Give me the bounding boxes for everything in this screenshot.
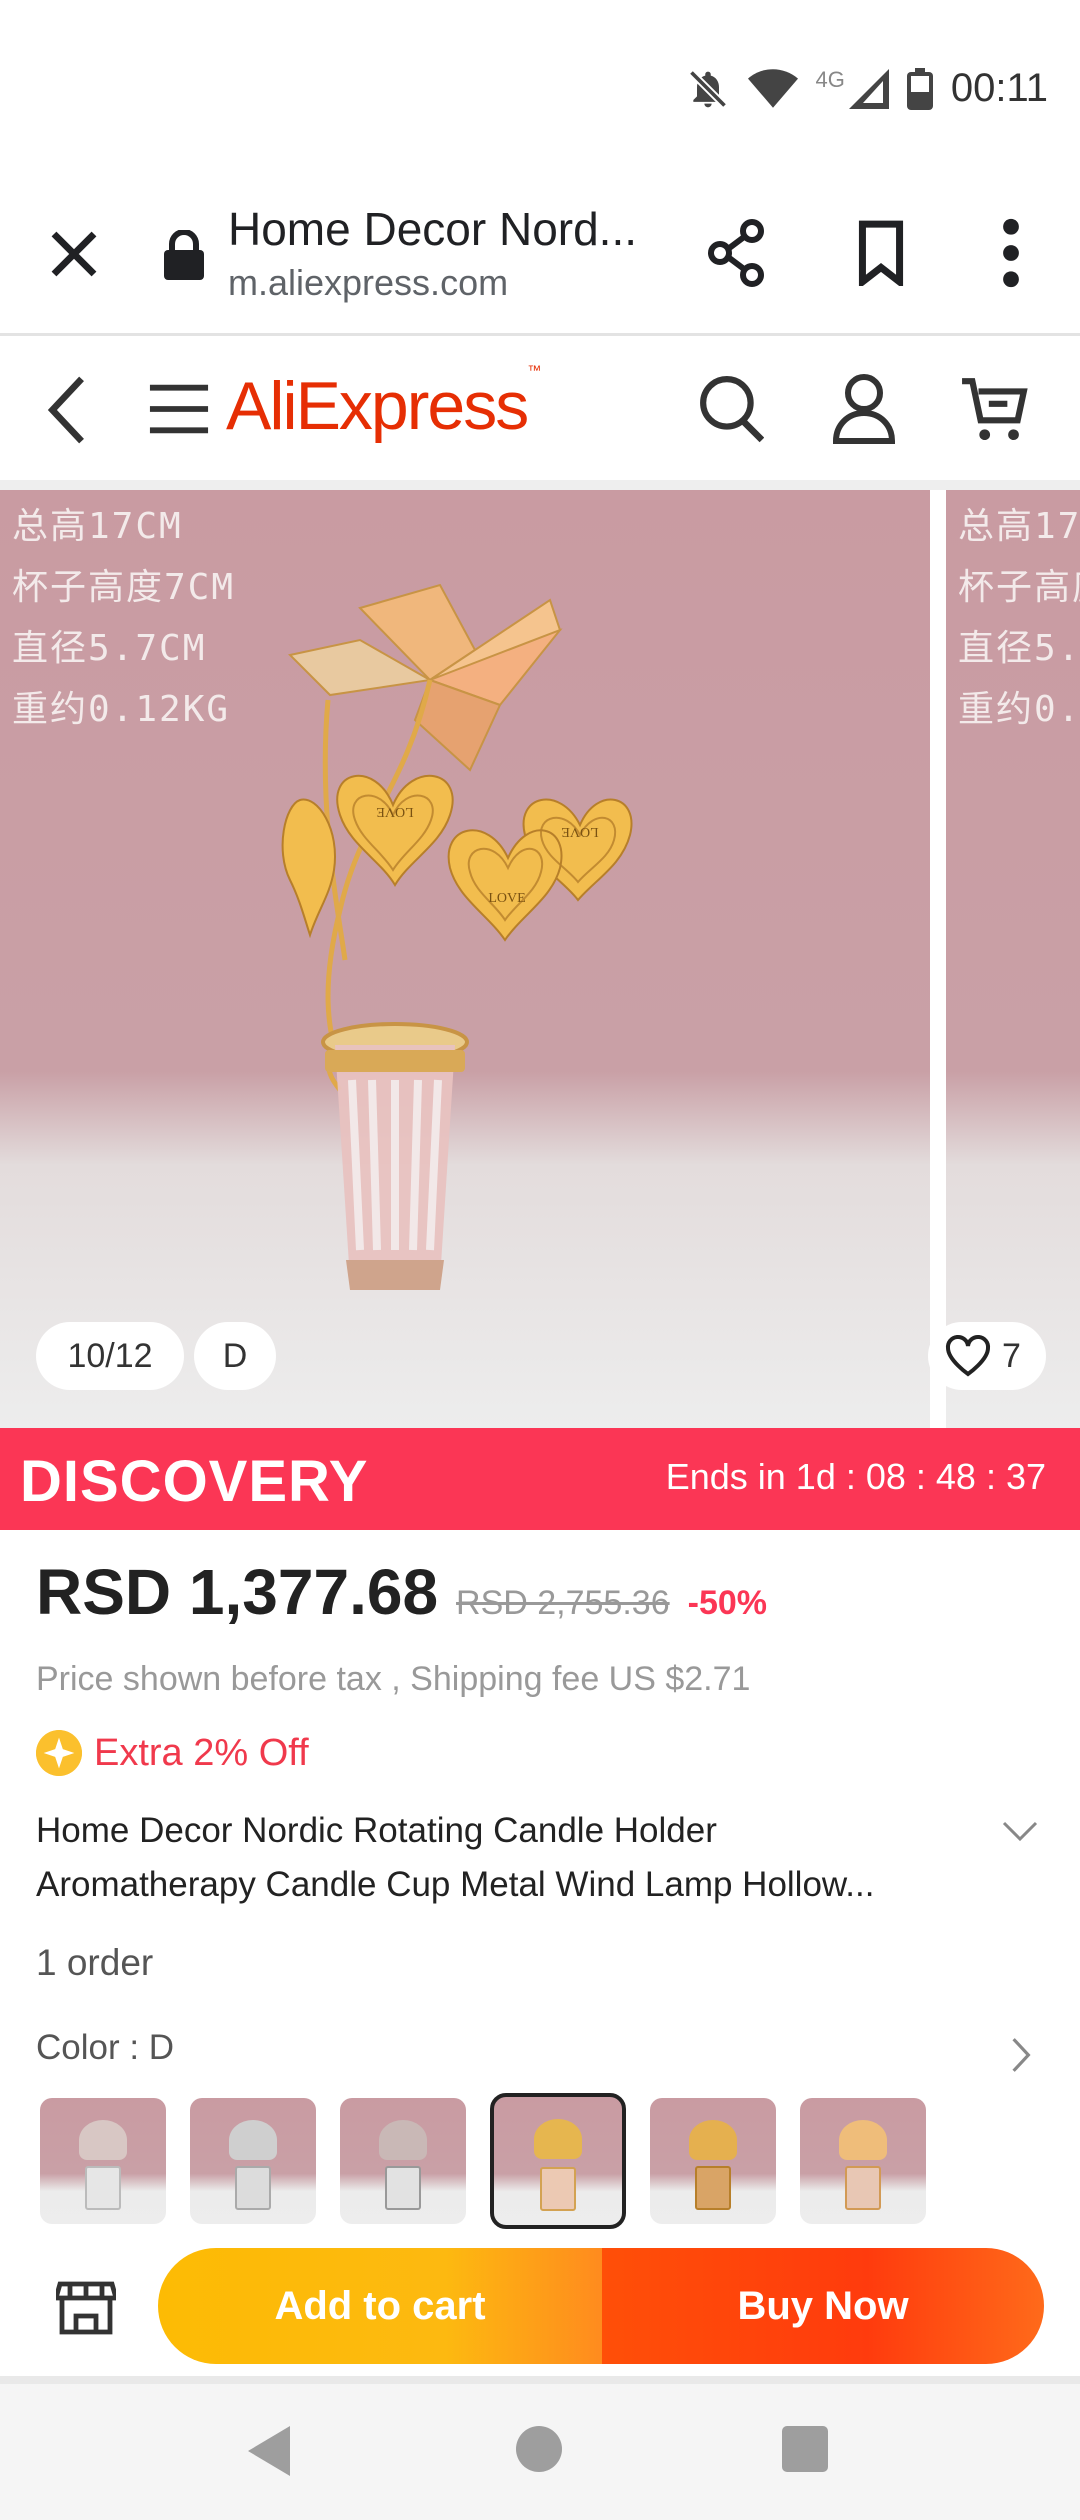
product-specs-overlay: 总高17CM 杯子高度7CM 直径5.7CM 重约0.12KG	[958, 496, 1080, 740]
thumbnail-ornament	[79, 2120, 127, 2160]
heart-label: LOVE	[376, 804, 413, 819]
logo-text: AliExpress	[226, 368, 529, 444]
chevron-down-icon[interactable]	[1000, 1816, 1040, 1846]
close-icon[interactable]	[44, 224, 104, 284]
next-product-photo[interactable]: 总高17CM 杯子高度7CM 直径5.7CM 重约0.12KG	[946, 490, 1080, 1428]
browser-page-title[interactable]: Home Decor Nord...	[228, 202, 637, 256]
bottom-divider	[0, 2376, 1080, 2384]
search-icon[interactable]	[698, 373, 764, 445]
thumbnail-cup	[85, 2166, 121, 2210]
color-thumbnail-selected[interactable]	[490, 2093, 626, 2229]
back-arrow-icon[interactable]	[46, 375, 86, 445]
heart-label: LOVE	[561, 824, 598, 839]
more-menu-icon[interactable]	[1000, 218, 1022, 288]
buy-now-button[interactable]: Buy Now	[602, 2248, 1044, 2364]
extra-discount-label: Extra 2% Off	[94, 1731, 309, 1774]
nav-home-icon[interactable]	[516, 2426, 562, 2472]
aliexpress-logo[interactable]: AliExpress™	[226, 362, 541, 445]
color-thumbnail[interactable]	[40, 2098, 166, 2224]
purchase-action-bar: Add to cart Buy Now	[0, 2236, 1080, 2376]
tax-shipping-note: Price shown before tax , Shipping fee US…	[36, 1660, 751, 1698]
candle-holder-illustration: LOVE LOVE LOVE	[281, 583, 633, 1290]
system-navigation-bar	[0, 2384, 1080, 2520]
order-count: 1 order	[36, 1942, 154, 1983]
color-thumbnail[interactable]	[800, 2098, 926, 2224]
spec-line: 重约0.12KG	[958, 689, 1080, 730]
nav-recents-icon[interactable]	[782, 2426, 828, 2472]
product-photo[interactable]: 总高17CM 杯子高度7CM 直径5.7CM 重约0.12KG LOVE LOV…	[0, 490, 930, 1428]
price-block: RSD 1,377.68 RSD 2,755.36 -50%	[36, 1555, 767, 1629]
promo-banner: DISCOVERY Ends in 1d : 08 : 48 : 37	[0, 1428, 1080, 1530]
cellular-signal-icon	[848, 68, 889, 109]
thumbnail-ornament	[379, 2120, 427, 2160]
thumbnail-cup	[695, 2166, 731, 2210]
thumbnail-cup	[540, 2167, 576, 2211]
spec-line: 直径5.7CM	[958, 628, 1080, 669]
current-price: RSD 1,377.68	[36, 1556, 439, 1628]
account-icon[interactable]	[832, 373, 896, 445]
battery-icon	[906, 67, 933, 110]
image-variant-badge: D	[194, 1322, 276, 1390]
chevron-right-icon[interactable]	[1010, 2036, 1032, 2074]
color-thumbnail[interactable]	[340, 2098, 466, 2224]
notifications-off-icon	[688, 69, 727, 108]
promo-logo: DISCOVERY	[20, 1449, 369, 1514]
status-time: 00:11	[950, 66, 1048, 110]
spec-line: 总高17CM	[958, 506, 1080, 547]
thumbnail-ornament	[534, 2119, 582, 2159]
discount-badge: -50%	[687, 1584, 767, 1622]
extra-discount[interactable]: Extra 2% Off	[36, 1730, 309, 1776]
color-thumbnail[interactable]	[190, 2098, 316, 2224]
status-bar: 4G 00:11	[0, 0, 1080, 190]
thumbnail-cup	[385, 2166, 421, 2210]
spec-line: 杯子高度7CM	[958, 567, 1080, 608]
header-divider	[0, 480, 1080, 490]
store-icon[interactable]	[56, 2276, 116, 2336]
heart-label: LOVE	[488, 891, 525, 906]
browser-toolbar: Home Decor Nord... m.aliexpress.com	[0, 190, 1080, 336]
coupon-star-icon	[36, 1730, 82, 1776]
browser-url[interactable]: m.aliexpress.com	[228, 262, 508, 304]
nav-back-icon[interactable]	[246, 2424, 292, 2478]
lock-icon	[164, 230, 204, 280]
heart-icon	[945, 1335, 991, 1377]
thumbnail-ornament	[229, 2120, 277, 2160]
thumbnail-ornament	[839, 2120, 887, 2160]
add-to-cart-button[interactable]: Add to cart	[158, 2248, 602, 2364]
wishlist-count: 7	[1002, 1336, 1021, 1375]
bookmark-icon[interactable]	[856, 220, 906, 286]
product-image-gallery[interactable]: 总高17CM 杯子高度7CM 直径5.7CM 重约0.12KG LOVE LOV…	[0, 490, 1080, 1428]
network-type: 4G	[815, 66, 845, 92]
original-price: RSD 2,755.36	[456, 1584, 670, 1622]
color-thumbnails	[40, 2093, 926, 2229]
color-thumbnail[interactable]	[650, 2098, 776, 2224]
cart-icon[interactable]	[960, 375, 1030, 445]
wishlist-button[interactable]: 7	[928, 1322, 1046, 1390]
thumbnail-cup	[235, 2166, 271, 2210]
logo-trademark: ™	[527, 362, 541, 379]
share-icon[interactable]	[706, 218, 766, 288]
color-selector-label[interactable]: Color : D	[36, 2028, 174, 2068]
promo-countdown: Ends in 1d : 08 : 48 : 37	[665, 1456, 1046, 1497]
image-counter: 10/12	[36, 1322, 184, 1390]
hamburger-menu-icon[interactable]	[148, 381, 210, 437]
product-title[interactable]: Home Decor Nordic Rotating Candle Holder…	[36, 1804, 936, 1912]
thumbnail-ornament	[689, 2120, 737, 2160]
site-header: AliExpress™	[0, 339, 1080, 480]
wifi-icon	[747, 68, 798, 108]
thumbnail-cup	[845, 2166, 881, 2210]
